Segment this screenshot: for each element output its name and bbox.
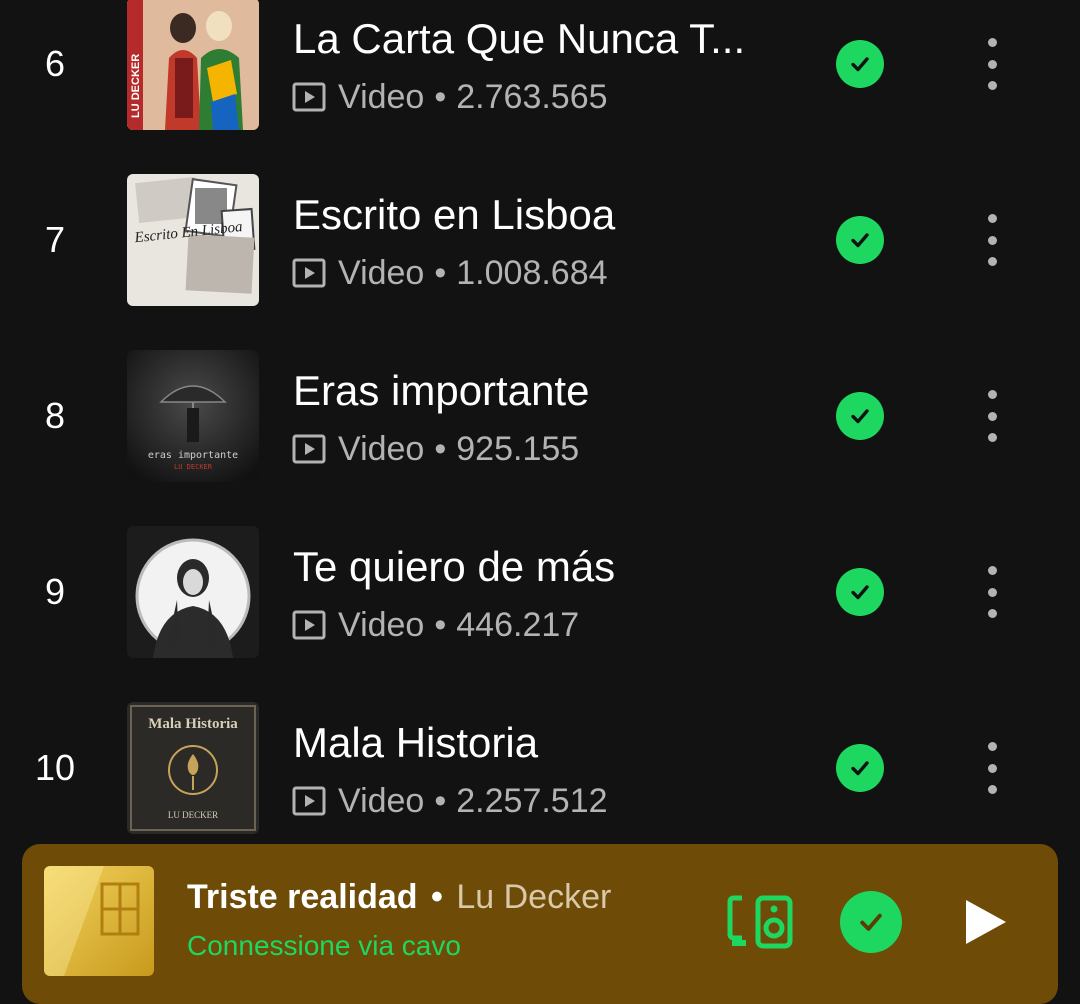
track-type-label: Video [338, 253, 425, 292]
track-rank: 9 [44, 571, 66, 612]
more-options-button[interactable] [970, 562, 1014, 622]
cover-artist-text: LU DECKER [174, 463, 213, 471]
meta-separator: • [434, 77, 447, 116]
track-row[interactable]: 9 Te quiero de más Video • 446.217 [0, 526, 1080, 702]
video-icon [292, 258, 326, 288]
track-type-label: Video [338, 781, 425, 820]
cover-title-text: Mala Historia [148, 716, 238, 732]
downloaded-check-icon[interactable] [836, 744, 884, 792]
track-title: La Carta Que Nunca T... [293, 15, 746, 62]
track-cover-art: eras importante LU DECKER [127, 350, 259, 482]
track-type-label: Video [338, 429, 425, 468]
more-options-button[interactable] [970, 210, 1014, 270]
play-icon[interactable] [962, 896, 1010, 948]
meta-separator: • [434, 781, 447, 820]
video-icon [292, 610, 326, 640]
track-play-count: 925.155 [456, 429, 580, 468]
track-meta: Video • 446.217 [292, 604, 579, 646]
track-meta: Video • 2.763.565 [292, 76, 608, 118]
track-play-count: 1.008.684 [456, 253, 608, 292]
video-icon [292, 786, 326, 816]
track-rank: 6 [44, 43, 66, 84]
now-playing-title: Triste realidad [187, 878, 418, 916]
downloaded-check-icon[interactable] [836, 40, 884, 88]
more-options-button[interactable] [970, 386, 1014, 446]
track-play-count: 446.217 [456, 605, 580, 644]
more-options-button[interactable] [970, 34, 1014, 94]
meta-separator: • [434, 429, 447, 468]
now-playing-bar[interactable]: Triste realidad • Lu Decker Connessione … [22, 844, 1058, 1004]
downloaded-check-icon[interactable] [836, 216, 884, 264]
track-row[interactable]: 6 LU DECKER La Carta Que Nunca T... Vide [0, 0, 1080, 174]
track-play-count: 2.763.565 [456, 77, 608, 116]
track-row[interactable]: 8 eras importante LU DECKER Eras importa… [0, 350, 1080, 526]
track-cover-art: Escrito En Lisboa [127, 174, 259, 306]
meta-separator: • [434, 605, 447, 644]
track-title: Escrito en Lisboa [293, 191, 616, 238]
track-rank: 8 [44, 395, 66, 436]
cover-brand-text: LU DECKER [130, 54, 142, 118]
track-meta: Video • 1.008.684 [292, 252, 608, 294]
downloaded-check-icon[interactable] [836, 392, 884, 440]
now-playing-separator: • [431, 878, 443, 916]
video-icon [292, 82, 326, 112]
saved-check-icon[interactable] [840, 891, 902, 953]
track-meta: Video • 2.257.512 [292, 780, 608, 822]
cover-artist-text: LU DECKER [168, 810, 218, 820]
track-type-label: Video [338, 77, 425, 116]
now-playing-cover-art[interactable] [44, 866, 154, 976]
track-title: Te quiero de más [293, 543, 616, 590]
track-cover-art: Mala Historia LU DECKER [127, 702, 259, 834]
downloaded-check-icon[interactable] [836, 568, 884, 616]
track-rank: 10 [34, 747, 76, 788]
track-meta: Video • 925.155 [292, 428, 579, 470]
now-playing-artist: Lu Decker [456, 878, 612, 916]
track-title: Eras importante [293, 367, 590, 414]
track-cover-art [127, 526, 259, 658]
connected-device-label: Connessione via cavo [187, 930, 461, 961]
track-play-count: 2.257.512 [456, 781, 608, 820]
meta-separator: • [434, 253, 447, 292]
more-options-button[interactable] [970, 738, 1014, 798]
track-title: Mala Historia [293, 719, 539, 766]
now-playing-info[interactable]: Triste realidad • Lu Decker [187, 877, 611, 917]
video-icon [292, 434, 326, 464]
track-type-label: Video [338, 605, 425, 644]
devices-icon[interactable] [726, 894, 794, 950]
track-row[interactable]: 7 Escrito En Lisboa Escrito en Lisboa Vi… [0, 174, 1080, 350]
cover-text: eras importante [148, 450, 238, 461]
track-cover-art: LU DECKER [127, 0, 259, 130]
track-list: 6 LU DECKER La Carta Que Nunca T... Vide [0, 0, 1080, 845]
track-rank: 7 [44, 219, 66, 260]
